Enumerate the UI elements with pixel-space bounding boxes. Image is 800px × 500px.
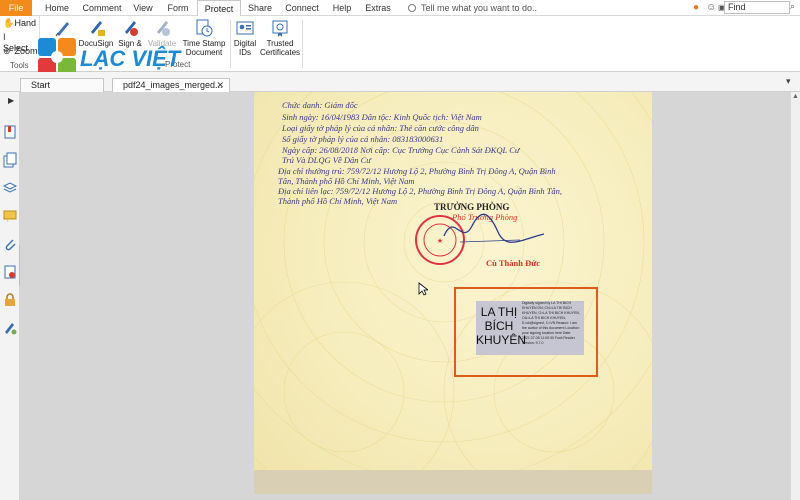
doc-line-position: Chức danh: Giám đốc xyxy=(282,100,358,110)
scroll-up-icon[interactable]: ▲ xyxy=(792,93,799,100)
menu-share[interactable]: Share xyxy=(244,0,276,16)
menu-comment[interactable]: Comment xyxy=(80,0,124,16)
bookmark-icon[interactable] xyxy=(2,124,18,140)
menu-help[interactable]: Help xyxy=(328,0,356,16)
left-sidebar xyxy=(0,92,20,500)
certificate-icon xyxy=(272,20,288,37)
validate-icon xyxy=(157,21,170,36)
tools-group: ✋ Hand Ⅰ Select ⊕ Zoom Tools xyxy=(0,16,40,72)
tab-start-label: Start xyxy=(31,80,51,90)
digital-ids-label: Digital IDs xyxy=(233,39,257,57)
doc-line-id-number: Số giấy tờ pháp lý của cá nhân: 08318300… xyxy=(282,134,444,144)
time-stamp-label: Time Stamp Document xyxy=(182,39,226,57)
signature-name: LA THỊ BÍCH KHUYÊN xyxy=(476,305,527,347)
find-input[interactable]: Find xyxy=(724,1,790,14)
menu-bar: File Home Comment View Form Protect Shar… xyxy=(0,0,800,17)
trusted-certificates-label: Trusted Certificates xyxy=(260,39,301,57)
menu-view[interactable]: View xyxy=(126,0,160,16)
close-icon[interactable]: ✕ xyxy=(216,79,224,92)
foxit-icon[interactable]: ● xyxy=(693,2,699,13)
ribbon-divider xyxy=(230,20,231,68)
handwritten-signature xyxy=(443,213,545,243)
menu-file[interactable]: File xyxy=(0,0,32,16)
vertical-scrollbar[interactable] xyxy=(790,92,800,500)
tell-me-box[interactable]: Tell me what you want to do.. xyxy=(408,0,537,16)
document-tabs: Start pdf24_images_merged... ✕ ▾ xyxy=(0,72,800,92)
page-bottom-edge xyxy=(254,470,652,494)
search-icon[interactable]: ⌕ xyxy=(790,1,795,12)
doc-line-address: Địa chỉ thường trú: 759/72/12 Hương Lộ 2… xyxy=(278,166,556,176)
hand-icon: ✋ xyxy=(3,18,15,28)
digital-id-icon xyxy=(236,21,254,35)
signature-details: Digitally signed by LA THI BICH KHUYEN D… xyxy=(522,301,580,345)
tab-start[interactable]: Start xyxy=(20,78,104,92)
zoom-label: Zoom xyxy=(14,46,38,56)
tools-group-label: Tools xyxy=(10,61,29,70)
menu-connect[interactable]: Connect xyxy=(280,0,324,16)
doc-signer: Cù Thành Đức xyxy=(486,258,541,268)
attachment-icon[interactable] xyxy=(2,236,18,252)
zoom-icon: ⊕ xyxy=(3,46,11,56)
doc-line-address-2: Tân, Thành phố Hồ Chí Minh, Việt Nam xyxy=(278,176,415,186)
menu-protect[interactable]: Protect xyxy=(197,0,241,17)
lock-icon[interactable] xyxy=(2,292,18,308)
hand-tool[interactable]: ✋ Hand xyxy=(3,18,36,29)
tabs-dropdown-icon[interactable]: ▾ xyxy=(786,76,791,87)
zoom-tool[interactable]: ⊕ Zoom xyxy=(3,46,38,57)
time-stamp-icon xyxy=(196,19,213,37)
sidebar-expand-icon[interactable]: ▶ xyxy=(8,96,14,105)
doc-line-issue-place: Trú Và DLQG Về Dân Cư xyxy=(282,155,371,165)
doc-line-birth: Sinh ngày: 16/04/1983 Dân tộc: Kinh Quốc… xyxy=(282,112,482,122)
docusign-icon xyxy=(91,21,105,36)
lightbulb-icon xyxy=(408,4,416,12)
sign-tool-icon[interactable] xyxy=(2,320,18,336)
doc-line-contact: Địa chỉ liên lạc: 759/72/12 Hương Lộ 2, … xyxy=(278,186,563,196)
logo-text: LẠC VIỆT xyxy=(80,46,181,71)
doc-line-id-type: Loại giấy tờ pháp lý của cá nhân: Thẻ că… xyxy=(282,123,479,133)
signature-panel-icon[interactable] xyxy=(2,264,18,280)
digital-ids-button[interactable]: Digital IDs xyxy=(232,18,258,57)
doc-line-issue: Ngày cấp: 26/08/2018 Nơi cấp: Cục Trưởng… xyxy=(282,145,520,155)
menu-extras[interactable]: Extras xyxy=(360,0,396,16)
tab-pdf-label: pdf24_images_merged... xyxy=(123,80,223,90)
hand-label: Hand xyxy=(14,18,37,28)
mouse-cursor-icon xyxy=(418,282,428,296)
doc-line-contact-2: Thành phố Hồ Chí Minh, Việt Nam xyxy=(278,196,398,206)
menu-home[interactable]: Home xyxy=(36,0,78,16)
select-icon: Ⅰ xyxy=(3,32,6,42)
layers-icon[interactable] xyxy=(2,180,18,196)
user-icon[interactable]: ☺ xyxy=(706,2,716,13)
sign-icon xyxy=(125,21,138,36)
tell-me-text: Tell me what you want to do.. xyxy=(421,3,538,13)
time-stamp-button[interactable]: Time Stamp Document xyxy=(180,18,228,57)
trusted-certificates-button[interactable]: Trusted Certificates xyxy=(260,18,300,57)
pages-icon[interactable] xyxy=(2,152,18,168)
ribbon-divider xyxy=(302,20,303,68)
menu-form[interactable]: Form xyxy=(162,0,194,16)
comments-icon[interactable] xyxy=(2,208,18,224)
pen-icon xyxy=(55,22,69,37)
tab-pdf24-images-merged[interactable]: pdf24_images_merged... ✕ xyxy=(112,78,230,92)
